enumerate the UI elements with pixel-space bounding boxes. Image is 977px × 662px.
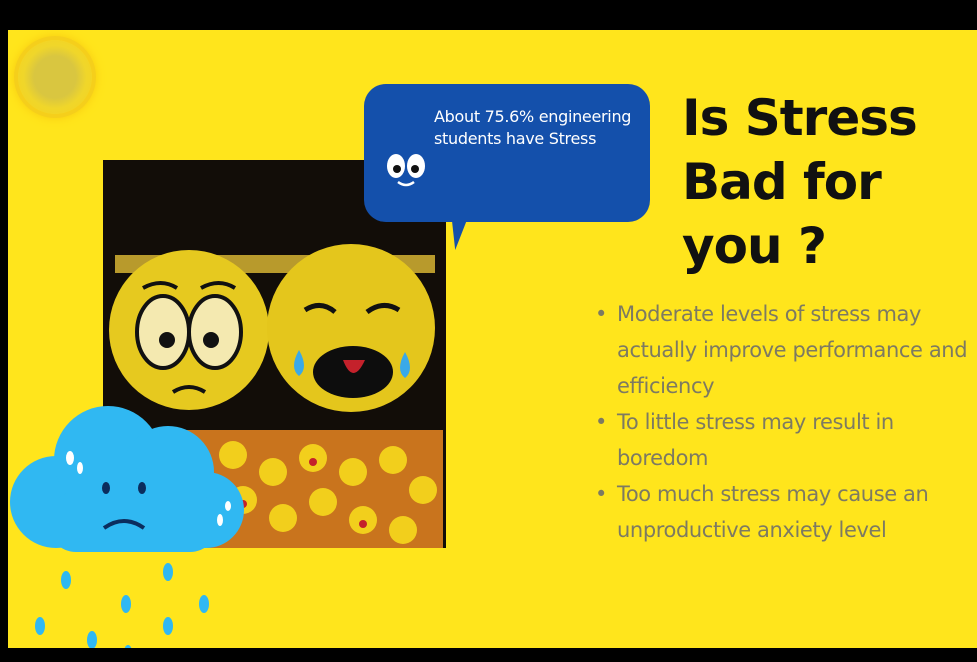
- speech-bubble: About 75.6% engineering students have St…: [364, 84, 650, 222]
- bullet-list: Moderate levels of stress may actually i…: [593, 296, 973, 548]
- screen: About 75.6% engineering students have St…: [0, 0, 977, 662]
- bullet-item: Too much stress may cause an unproductiv…: [593, 476, 973, 548]
- sad-cloud-icon: [10, 406, 244, 552]
- slide: About 75.6% engineering students have St…: [8, 30, 977, 648]
- sun-icon: [18, 40, 92, 114]
- raindrops-icon: [35, 563, 209, 648]
- bullet-item: Moderate levels of stress may actually i…: [593, 296, 973, 404]
- slide-title: Is Stress Bad for you ?: [682, 89, 918, 275]
- speech-bubble-eyes-icon: [387, 154, 425, 187]
- speech-bubble-text: About 75.6% engineering students have St…: [434, 107, 632, 148]
- speech-bubble-tail: [445, 210, 471, 250]
- bullet-item: To little stress may result in boredom: [593, 404, 973, 476]
